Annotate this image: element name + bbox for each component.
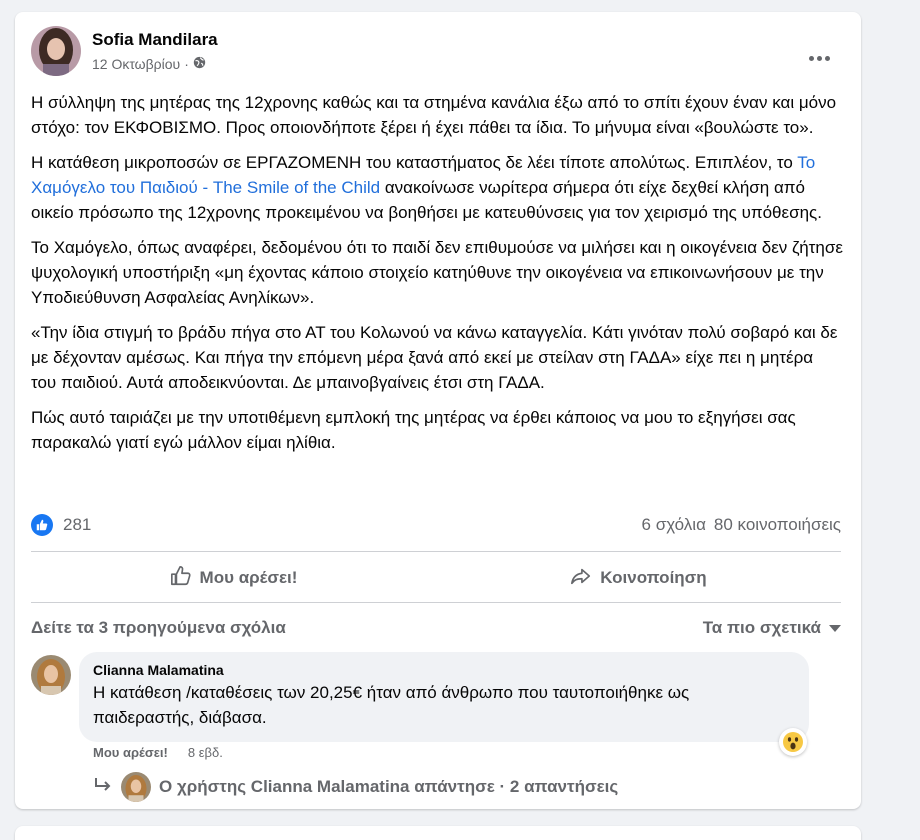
comment-text: Η κατάθεση /καταθέσεις των 20,25€ ήταν α…	[93, 683, 690, 727]
wow-reaction-icon[interactable]	[779, 728, 807, 756]
post-paragraph: Η σύλληψη της μητέρας της 12χρονης καθώς…	[31, 93, 837, 137]
next-post-card	[15, 826, 861, 840]
post-paragraph: Το Χαμόγελο, όπως αναφέρει, δεδομένου ότ…	[31, 238, 843, 307]
post-body: Η σύλληψη της μητέρας της 12χρονης καθώς…	[31, 90, 843, 465]
thumbs-up-icon	[170, 565, 192, 592]
like-button[interactable]: Μου αρέσει!	[31, 555, 436, 601]
post-stats: 281 6 σχόλια 80 κοινοποιήσεις	[31, 512, 841, 538]
comment-time[interactable]: 8 εβδ.	[188, 745, 223, 760]
post-actions: Μου αρέσει! Κοινοποίηση	[31, 555, 841, 601]
reply-arrow-icon	[93, 776, 113, 799]
post-paragraph: «Την ίδια στιγμή το βράδυ πήγα στο ΑΤ το…	[31, 323, 838, 392]
dot-icon	[816, 55, 822, 61]
post-meta: 12 Οκτωβρίου ·	[92, 56, 206, 72]
comments-toolbar: Δείτε τα 3 προηγούμενα σχόλια Τα πιο σχε…	[31, 616, 841, 640]
more-options-button[interactable]	[801, 40, 837, 76]
post-text: Η κατάθεση μικροποσών σε ΕΡΓΑΖΟΜΕΝΗ του …	[31, 153, 798, 172]
caret-down-icon	[829, 624, 841, 632]
dot-icon	[824, 55, 830, 61]
comments-count[interactable]: 6 σχόλια	[642, 515, 706, 535]
divider	[31, 551, 841, 552]
comment-author[interactable]: Clianna Malamatina	[93, 662, 795, 678]
like-reaction-icon	[31, 514, 53, 536]
post-paragraph: Πώς αυτό ταιριάζει με την υποτιθέμενη εμ…	[31, 408, 796, 452]
comment-sort-dropdown[interactable]: Τα πιο σχετικά	[703, 618, 841, 638]
replies-summary: Ο χρήστης Clianna Malamatina απάντησε · …	[159, 777, 619, 796]
shares-count[interactable]: 80 κοινοποιήσεις	[714, 515, 841, 535]
globe-icon	[193, 56, 206, 72]
commenter-avatar[interactable]	[31, 655, 71, 695]
engagement-counts: 6 σχόλια 80 κοινοποιήσεις	[642, 515, 841, 535]
share-button[interactable]: Κοινοποίηση	[436, 555, 841, 601]
post-paragraph: Η κατάθεση μικροποσών σε ΕΡΓΑΖΟΜΕΝΗ του …	[31, 150, 843, 225]
sort-label: Τα πιο σχετικά	[702, 618, 821, 637]
view-replies-link[interactable]: Ο χρήστης Clianna Malamatina απάντησε · …	[93, 772, 618, 802]
share-button-label: Κοινοποίηση	[600, 568, 707, 587]
comment-bubble: Clianna Malamatina Η κατάθεση /καταθέσει…	[79, 652, 809, 742]
like-button-label: Μου αρέσει!	[199, 568, 298, 587]
author-avatar[interactable]	[31, 26, 81, 76]
date-separator: ·	[184, 56, 189, 72]
comment-actions: Μου αρέσει! 8 εβδ.	[93, 745, 223, 760]
comment-like-button[interactable]: Μου αρέσει!	[93, 745, 168, 760]
dot-icon	[808, 55, 814, 61]
post-date[interactable]: 12 Οκτωβρίου	[92, 56, 180, 72]
post-header: Sofia Mandilara 12 Οκτωβρίου ·	[31, 26, 845, 78]
share-arrow-icon	[570, 565, 592, 592]
likes-count[interactable]: 281	[63, 515, 91, 535]
divider	[31, 602, 841, 603]
reply-avatar	[121, 772, 151, 802]
view-previous-comments-link[interactable]: Δείτε τα 3 προηγούμενα σχόλια	[31, 618, 286, 638]
post-card: Sofia Mandilara 12 Οκτωβρίου · Η σύλληψη…	[15, 12, 861, 809]
reactions-summary[interactable]: 281	[31, 514, 91, 536]
author-name[interactable]: Sofia Mandilara	[92, 30, 218, 50]
